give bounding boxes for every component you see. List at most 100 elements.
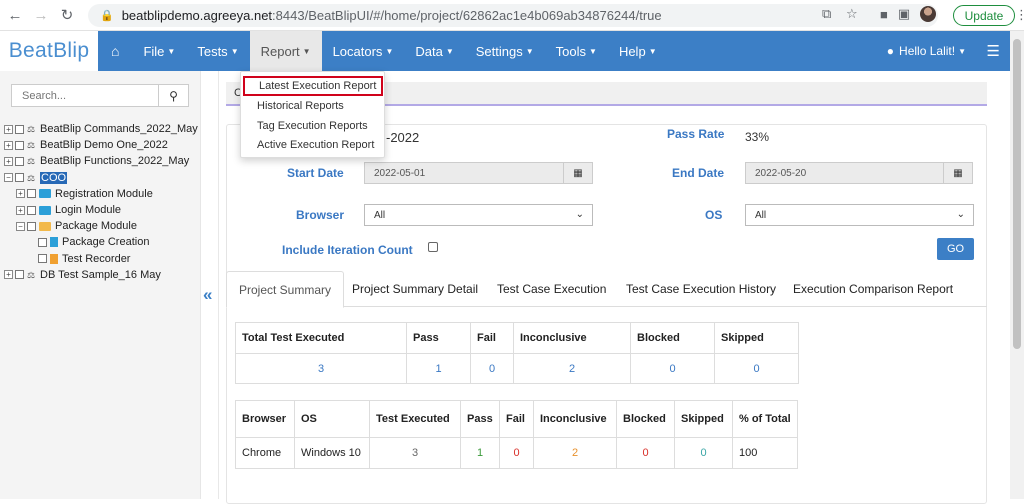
bt-fail-cell: 0 xyxy=(499,437,534,469)
go-button[interactable]: GO xyxy=(937,238,974,260)
tree-checkbox[interactable] xyxy=(27,221,36,231)
tree-node[interactable]: Test Recorder xyxy=(4,251,198,267)
tree-checkbox[interactable] xyxy=(15,173,24,183)
menu-help[interactable]: Help ▼ xyxy=(608,31,668,71)
browser-menu-icon[interactable]: ⋮ xyxy=(1015,7,1024,23)
summary-skipped-value[interactable]: 0 xyxy=(714,353,799,384)
scrollbar-thumb[interactable] xyxy=(1013,39,1021,349)
tree-checkbox[interactable] xyxy=(15,156,24,166)
menu-tests[interactable]: Tests ▼ xyxy=(186,31,249,71)
summary-inconclusive-value[interactable]: 2 xyxy=(513,353,631,384)
side-panel-icon[interactable]: ▣ xyxy=(898,6,910,22)
tree-node[interactable]: + ⚖ DB Test Sample_16 May xyxy=(4,267,198,283)
menu-settings[interactable]: Settings ▼ xyxy=(465,31,545,71)
end-date-field[interactable]: 2022-05-20 xyxy=(745,162,944,184)
menu-item-historical-reports[interactable]: Historical Reports xyxy=(241,96,384,116)
start-date-field[interactable]: 2022-05-01 xyxy=(364,162,564,184)
tree-node[interactable]: + Registration Module xyxy=(4,186,198,202)
summary-header-pass: Pass xyxy=(406,322,471,354)
collapse-icon[interactable]: − xyxy=(16,221,25,231)
tree-node[interactable]: + ⚖ BeatBlip Demo One_2022 xyxy=(4,137,198,153)
tab-project-summary[interactable]: Project Summary xyxy=(226,271,345,308)
tree-node[interactable]: + ⚖ BeatBlip Commands_2022_May xyxy=(4,121,198,137)
project-tree: + ⚖ BeatBlip Commands_2022_May + ⚖ BeatBlip … xyxy=(4,121,198,283)
include-iteration-checkbox[interactable] xyxy=(428,242,438,252)
reload-icon[interactable]: ↻ xyxy=(56,4,78,26)
tree-checkbox[interactable] xyxy=(15,140,24,150)
tree-checkbox[interactable] xyxy=(27,205,36,215)
os-select[interactable]: All ⌄ xyxy=(745,204,974,226)
tab-test-case-execution[interactable]: Test Case Execution xyxy=(485,271,618,307)
tab-execution-comparison-report[interactable]: Execution Comparison Report xyxy=(781,271,965,307)
tree-node[interactable]: − ⚖ COO xyxy=(4,170,198,186)
summary-header-skipped: Skipped xyxy=(714,322,799,354)
project-icon: ⚖ xyxy=(27,156,36,167)
caret-down-icon: ▼ xyxy=(302,46,311,56)
address-bar[interactable]: 🔒 beatblipdemo.agreeya.net:8443/BeatBlip… xyxy=(88,4,938,27)
page-scrollbar[interactable] xyxy=(1010,31,1024,499)
tree-checkbox[interactable] xyxy=(27,189,36,199)
menu-item-latest-execution-report[interactable]: Latest Execution Report xyxy=(243,76,383,96)
bt-header-blocked: Blocked xyxy=(616,400,675,438)
menu-item-active-execution-report[interactable]: Active Execution Report xyxy=(241,135,384,155)
tree-node-label-selected: COO xyxy=(40,171,68,184)
menu-item-tag-execution-reports[interactable]: Tag Execution Reports xyxy=(241,116,384,136)
caret-down-icon: ▼ xyxy=(167,46,176,56)
bt-header-inconclusive: Inconclusive xyxy=(533,400,617,438)
menu-data[interactable]: Data ▼ xyxy=(404,31,464,71)
extensions-puzzle-icon[interactable]: ■ xyxy=(880,7,888,22)
tree-node[interactable]: Package Creation xyxy=(4,234,198,250)
expand-icon[interactable]: + xyxy=(16,205,25,215)
bt-header-browser: Browser xyxy=(235,400,295,438)
browser-select[interactable]: All ⌄ xyxy=(364,204,593,226)
summary-blocked-value[interactable]: 0 xyxy=(630,353,715,384)
caret-down-icon: ▼ xyxy=(385,46,394,56)
expand-icon[interactable]: + xyxy=(4,140,13,150)
user-menu[interactable]: ● Hello Lalit! ▼ xyxy=(887,31,966,71)
report-dropdown-menu: Latest Execution Report Historical Repor… xyxy=(240,71,385,158)
profile-avatar[interactable] xyxy=(920,6,937,22)
share-icon[interactable]: ⧉ xyxy=(822,6,831,22)
app-navbar: BeatBlip ⌂ File ▼ Tests ▼ Report ▼ Locators… xyxy=(0,31,1010,71)
tab-project-summary-detail[interactable]: Project Summary Detail xyxy=(340,271,490,307)
sidebar-toggle[interactable]: « xyxy=(201,71,219,499)
forward-icon[interactable]: → xyxy=(30,4,52,26)
tree-checkbox[interactable] xyxy=(38,254,47,264)
brand-logo[interactable]: BeatBlip xyxy=(0,31,98,71)
menu-report[interactable]: Report ▼ xyxy=(249,31,322,71)
summary-fail-value[interactable]: 0 xyxy=(470,353,514,384)
tree-node-label: Login Module xyxy=(55,204,122,217)
bt-header-skipped: Skipped xyxy=(674,400,733,438)
search-input[interactable] xyxy=(11,84,159,107)
tree-node-label: Test Recorder xyxy=(62,252,131,265)
tree-node[interactable]: − Package Module xyxy=(4,218,198,234)
search-button[interactable]: ⚲ xyxy=(159,84,189,107)
tree-checkbox[interactable] xyxy=(15,124,24,134)
update-button[interactable]: Update xyxy=(953,5,1015,26)
tree-node[interactable]: + Login Module xyxy=(4,202,198,218)
recorder-file-icon xyxy=(50,253,58,264)
home-icon[interactable]: ⌂ xyxy=(98,31,132,71)
menu-file[interactable]: File ▼ xyxy=(132,31,186,71)
summary-total-value[interactable]: 3 xyxy=(235,353,407,384)
start-date-calendar-button[interactable]: ▦ xyxy=(563,162,593,184)
back-icon[interactable]: ← xyxy=(4,4,26,26)
expand-icon[interactable]: + xyxy=(4,156,13,166)
summary-pass-value[interactable]: 1 xyxy=(406,353,471,384)
end-date-calendar-button[interactable]: ▦ xyxy=(943,162,973,184)
collapse-icon[interactable]: − xyxy=(4,173,13,183)
tree-checkbox[interactable] xyxy=(15,270,24,280)
hamburger-menu-icon[interactable]: ☰ xyxy=(987,31,1000,71)
menu-tools[interactable]: Tools ▼ xyxy=(545,31,608,71)
expand-icon[interactable]: + xyxy=(4,124,13,134)
tree-node[interactable]: + ⚖ BeatBlip Functions_2022_May xyxy=(4,153,198,169)
tab-test-case-execution-history[interactable]: Test Case Execution History xyxy=(614,271,788,307)
tree-checkbox[interactable] xyxy=(38,237,47,247)
double-chevron-left-icon[interactable]: « xyxy=(203,285,217,305)
expand-icon[interactable]: + xyxy=(4,270,13,280)
bookmark-star-icon[interactable]: ☆ xyxy=(846,6,858,22)
bt-pass-cell: 1 xyxy=(460,437,500,469)
expand-icon[interactable]: + xyxy=(16,189,25,199)
menu-locators[interactable]: Locators ▼ xyxy=(322,31,405,71)
calendar-icon: ▦ xyxy=(953,167,963,179)
